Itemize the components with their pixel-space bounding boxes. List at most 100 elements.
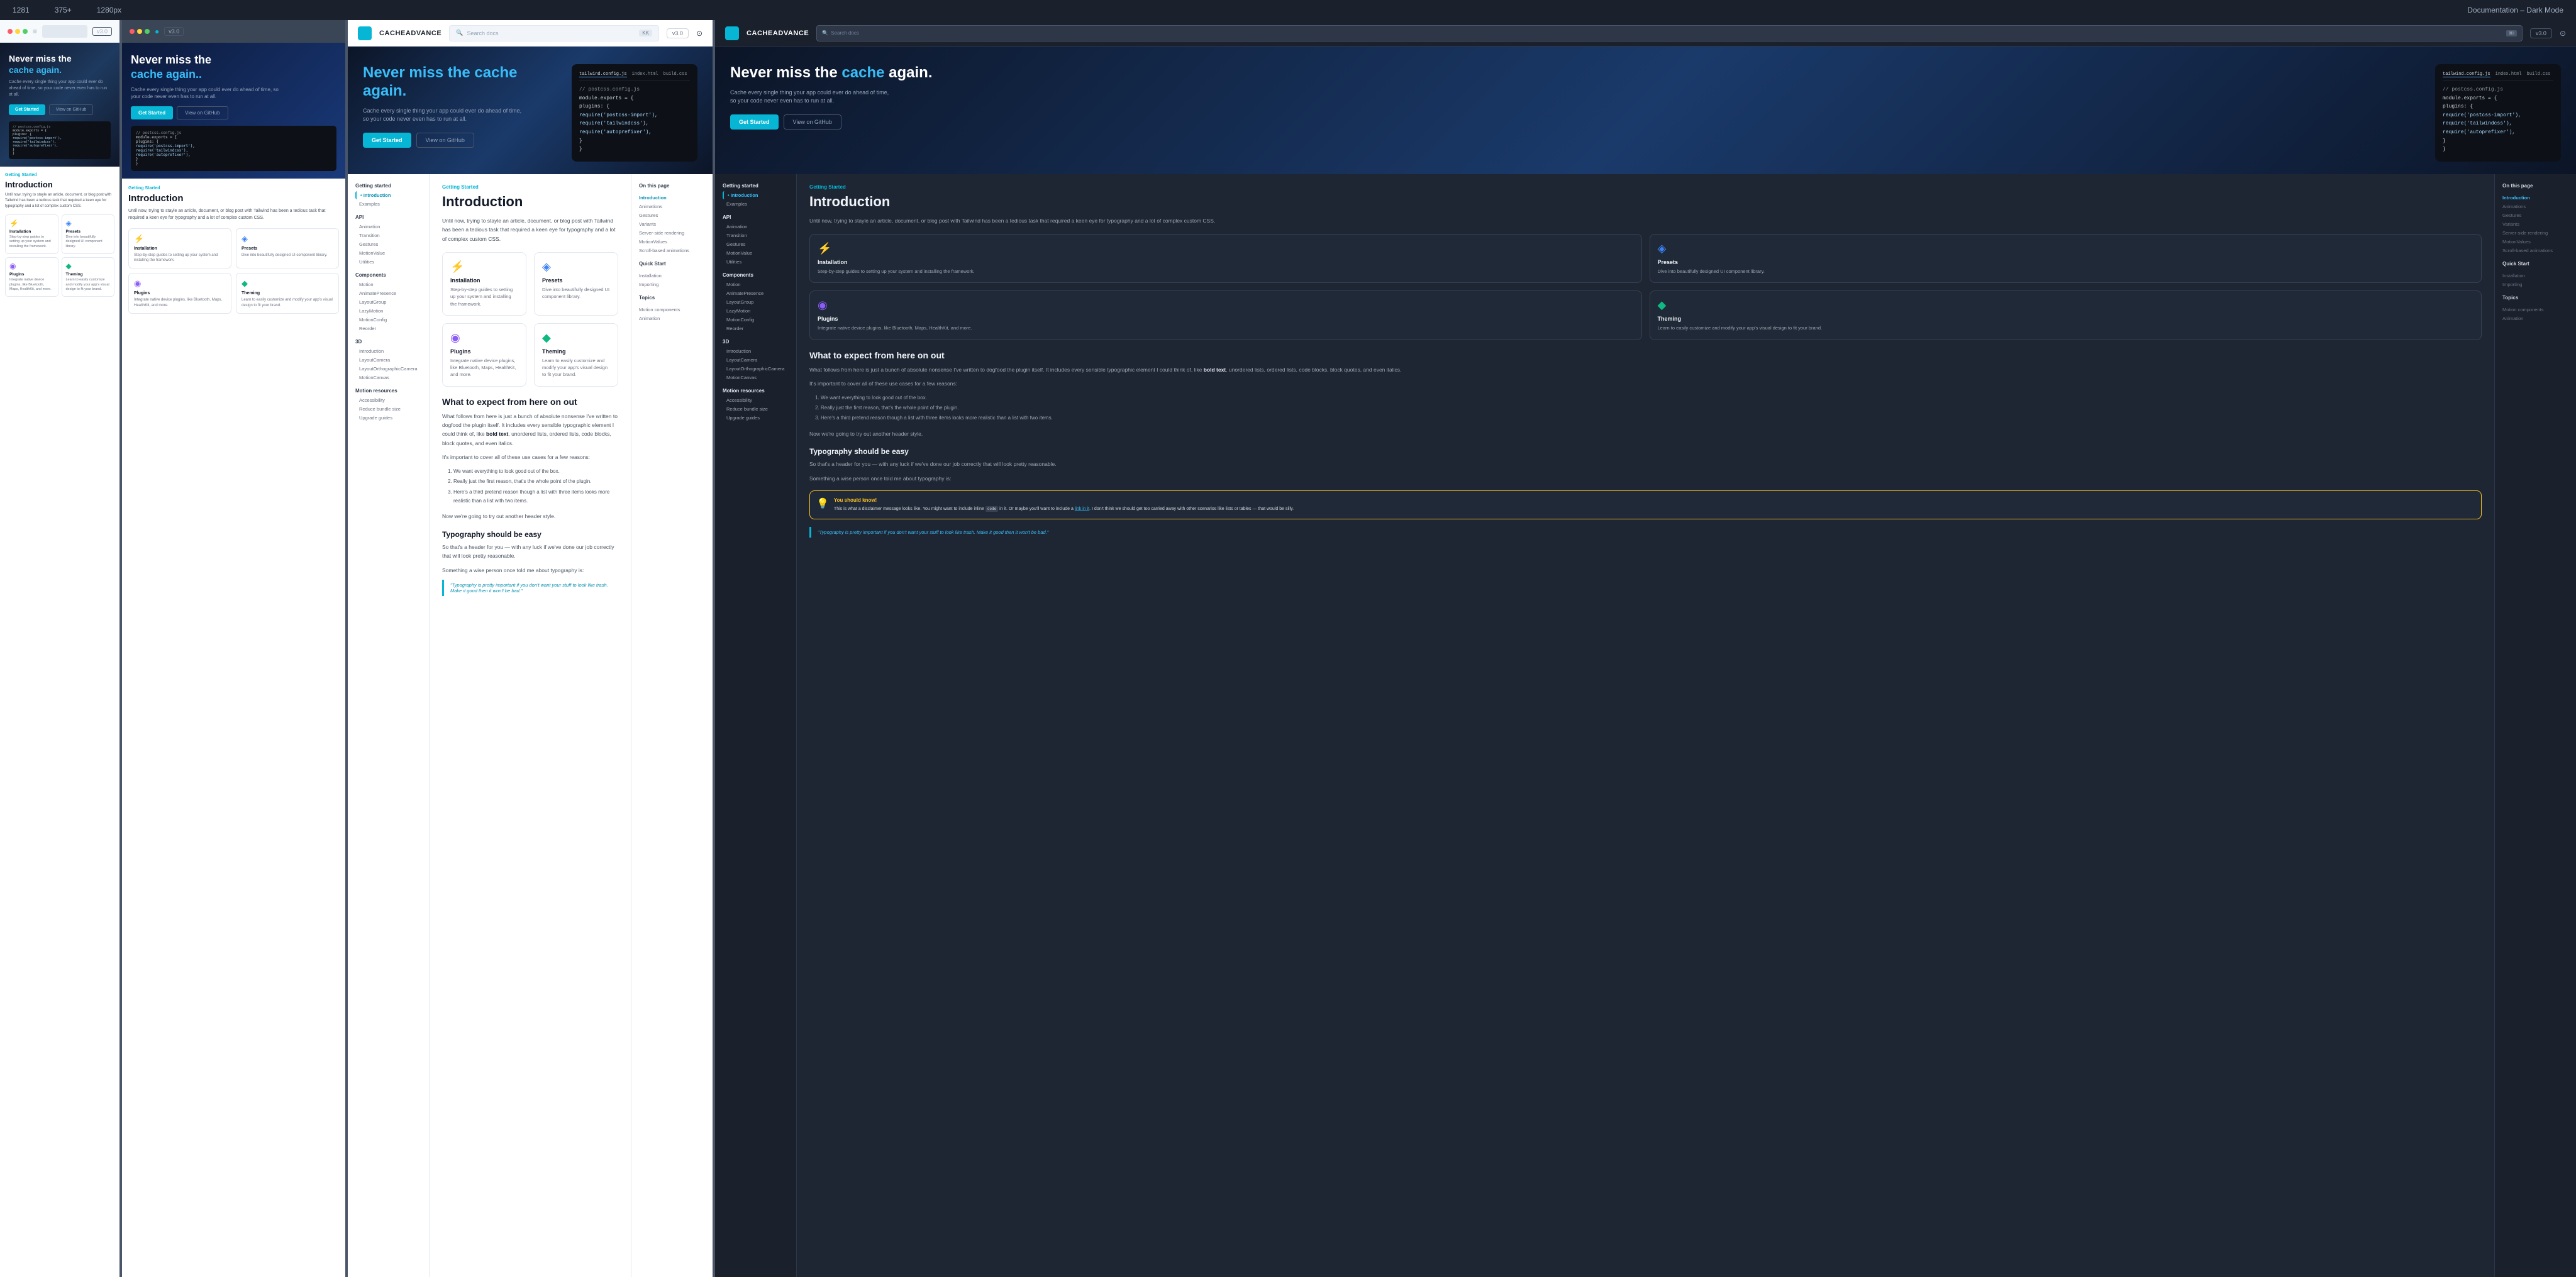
otp-installation-3[interactable]: Installation (639, 272, 705, 280)
github-icon-4[interactable]: ⊙ (2560, 29, 2566, 38)
view-github-button-2[interactable]: View on GitHub (177, 106, 228, 119)
view-github-button-3[interactable]: View on GitHub (416, 133, 474, 148)
code-tab-build[interactable]: build.css (663, 72, 687, 77)
otp-motion-components-4[interactable]: Motion components (2502, 306, 2568, 314)
github-icon-3[interactable]: ⊙ (696, 29, 702, 38)
sidebar-item-utilities-3[interactable]: Utilities (355, 258, 421, 266)
sidebar-item-introduction-3[interactable]: • Introduction (355, 191, 421, 199)
get-started-button-2[interactable]: Get Started (131, 106, 173, 119)
otp-item-introduction-3[interactable]: Introduction (639, 194, 705, 202)
sidebar-item-animation-4[interactable]: Animation (723, 223, 789, 231)
otp-item-gestures-4[interactable]: Gestures (2502, 211, 2568, 219)
otp-item-ssr-4[interactable]: Server-side rendering (2502, 229, 2568, 237)
sidebar-item-layoutortho-3[interactable]: LayoutOrthographicCamera (355, 365, 421, 373)
card-desc-plugins-3: Integrate native device plugins, like Bl… (450, 357, 518, 379)
sidebar-item-motionconfig-3[interactable]: MotionConfig (355, 316, 421, 324)
view-github-button-4[interactable]: View on GitHub (784, 114, 841, 130)
sidebar-item-lazymotion-3[interactable]: LazyMotion (355, 307, 421, 315)
on-this-page-4: On this page Introduction Animations Ges… (2494, 174, 2576, 1277)
sidebar-item-layoutcamera-3[interactable]: LayoutCamera (355, 356, 421, 364)
sidebar-item-layoutgroup-3[interactable]: LayoutGroup (355, 298, 421, 306)
sidebar-item-motionconfig-4[interactable]: MotionConfig (723, 316, 789, 324)
otp-item-gestures-3[interactable]: Gestures (639, 211, 705, 219)
hamburger-icon-2[interactable]: ● (155, 27, 159, 36)
sidebar-item-layoutgroup-4[interactable]: LayoutGroup (723, 298, 789, 306)
version-3: v3.0 (667, 28, 689, 38)
code-tab-tailwind-4[interactable]: tailwind.config.js (2443, 72, 2490, 77)
otp-importing-4[interactable]: Importing (2502, 280, 2568, 289)
otp-item-motionvalues-4[interactable]: MotionValues (2502, 238, 2568, 246)
sidebar-item-reorder-3[interactable]: Reorder (355, 324, 421, 333)
hero-text-4: Never miss the cache again. Cache every … (730, 64, 2423, 130)
sidebar-item-examples-4[interactable]: Examples (723, 200, 789, 208)
sidebar-item-motion-3[interactable]: Motion (355, 280, 421, 289)
sidebar-item-layoutcamera-4[interactable]: LayoutCamera (723, 356, 789, 364)
get-started-button-1[interactable]: Get Started (9, 104, 45, 115)
get-started-button-3[interactable]: Get Started (363, 133, 411, 148)
otp-item-animations-3[interactable]: Animations (639, 202, 705, 211)
sidebar-item-reduce-4[interactable]: Reduce bundle size (723, 405, 789, 413)
search-bar-4[interactable]: 🔍 Search docs ⌘I (816, 25, 2523, 41)
sidebar-item-examples-3[interactable]: Examples (355, 200, 421, 208)
presets-icon: ◈ (66, 219, 111, 228)
sidebar-item-motionvalue-3[interactable]: MotionValue (355, 249, 421, 257)
get-started-button-4[interactable]: Get Started (730, 114, 779, 130)
sidebar-item-motioncanvas-3[interactable]: MotionCanvas (355, 373, 421, 382)
theming-icon-4: ◆ (1658, 299, 2474, 312)
reasons-title-4: It's important to cover all of these use… (809, 379, 2482, 388)
sidebar-item-lazymotion-4[interactable]: LazyMotion (723, 307, 789, 315)
sidebar-item-3d-intro-4[interactable]: Introduction (723, 347, 789, 355)
otp-item-ssr-3[interactable]: Server-side rendering (639, 229, 705, 237)
sidebar-item-layoutortho-4[interactable]: LayoutOrthographicCamera (723, 365, 789, 373)
code-tab-build-4[interactable]: build.css (2527, 72, 2551, 77)
sidebar-item-upgrade-4[interactable]: Upgrade guides (723, 414, 789, 422)
main-content-3[interactable]: Getting Started Introduction Until now, … (430, 174, 631, 1277)
hero-subtitle-1: Cache every single thing your app could … (9, 79, 111, 97)
notice-text-4: This is what a disclaimer message looks … (834, 506, 1294, 512)
otp-item-scroll-4[interactable]: Scroll-based animations (2502, 246, 2568, 255)
sidebar-item-gestures-4[interactable]: Gestures (723, 240, 789, 248)
hero-1: Never miss the cache again. Cache every … (0, 43, 119, 167)
sidebar-item-animatepresence-3[interactable]: AnimatePresence (355, 289, 421, 297)
sidebar-item-3d-intro-3[interactable]: Introduction (355, 347, 421, 355)
sidebar-item-accessibility-3[interactable]: Accessibility (355, 396, 421, 404)
sidebar-item-animatepresence-4[interactable]: AnimatePresence (723, 289, 789, 297)
otp-motion-components-3[interactable]: Motion components (639, 306, 705, 314)
panel-1-doc-scroll[interactable]: Getting Started Introduction Until now, … (0, 167, 119, 1277)
traffic-light-green-2 (145, 29, 150, 34)
sidebar-item-reorder-4[interactable]: Reorder (723, 324, 789, 333)
card-installation-4: ⚡ Installation Step-by-step guides to se… (809, 234, 1642, 283)
otp-animation-3[interactable]: Animation (639, 314, 705, 323)
code-tab-index[interactable]: index.html (632, 72, 658, 77)
sidebar-item-motioncanvas-4[interactable]: MotionCanvas (723, 373, 789, 382)
sidebar-item-utilities-4[interactable]: Utilities (723, 258, 789, 266)
code-tab-index-4[interactable]: index.html (2496, 72, 2522, 77)
sidebar-item-upgrade-3[interactable]: Upgrade guides (355, 414, 421, 422)
sidebar-item-introduction-4[interactable]: • Introduction (723, 191, 789, 199)
sidebar-item-motion-4[interactable]: Motion (723, 280, 789, 289)
panel-2-doc[interactable]: Getting Started Introduction Until now, … (122, 179, 345, 1277)
sidebar-item-animation-3[interactable]: Animation (355, 223, 421, 231)
otp-item-scroll-3[interactable]: Scroll-based animations (639, 246, 705, 255)
sidebar-item-reduce-3[interactable]: Reduce bundle size (355, 405, 421, 413)
sidebar-title-components-4: Components (723, 272, 789, 278)
code-tab-tailwind[interactable]: tailwind.config.js (579, 72, 627, 77)
sidebar-item-transition-4[interactable]: Transition (723, 231, 789, 240)
otp-item-animations-4[interactable]: Animations (2502, 202, 2568, 211)
otp-item-variants-3[interactable]: Variants (639, 220, 705, 228)
sidebar-item-gestures-3[interactable]: Gestures (355, 240, 421, 248)
otp-item-variants-4[interactable]: Variants (2502, 220, 2568, 228)
search-bar-3[interactable]: 🔍 Search docs KK (449, 25, 659, 41)
otp-importing-3[interactable]: Importing (639, 280, 705, 289)
on-this-page-3: On this page Introduction Animations Ges… (631, 174, 713, 1277)
otp-installation-4[interactable]: Installation (2502, 272, 2568, 280)
otp-item-introduction-4[interactable]: Introduction (2502, 194, 2568, 202)
sidebar-item-transition-3[interactable]: Transition (355, 231, 421, 240)
sidebar-item-motionvalue-4[interactable]: MotionValue (723, 249, 789, 257)
sidebar-item-accessibility-4[interactable]: Accessibility (723, 396, 789, 404)
main-content-4[interactable]: Getting Started Introduction Until now, … (797, 174, 2494, 1277)
view-github-button-1[interactable]: View on GitHub (49, 104, 94, 115)
hamburger-icon[interactable]: ≡ (33, 27, 37, 36)
otp-item-motionvalues-3[interactable]: MotionValues (639, 238, 705, 246)
otp-animation-4[interactable]: Animation (2502, 314, 2568, 323)
